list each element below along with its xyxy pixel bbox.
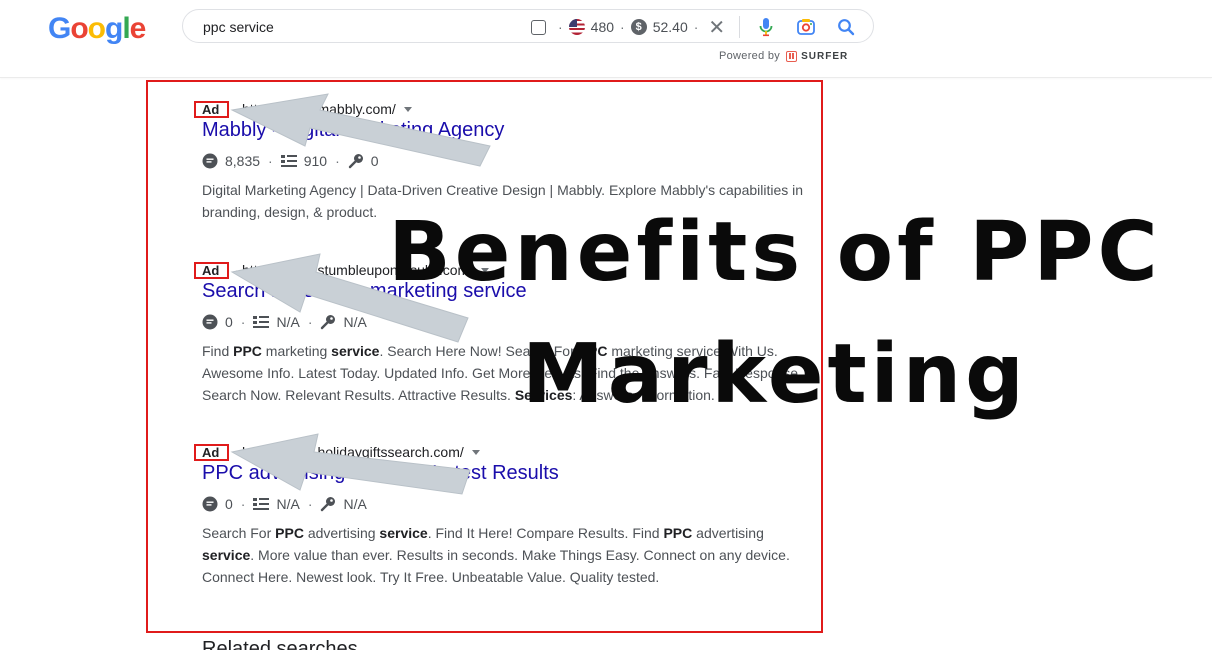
- key-icon: [348, 153, 364, 169]
- highlighted-term: service: [202, 547, 251, 563]
- highlighted-term: service: [379, 525, 428, 541]
- logo-letter: o: [87, 12, 106, 45]
- separator-dot: ·: [234, 262, 240, 278]
- logo-letter: e: [129, 12, 147, 45]
- description-text: . More value than ever. Results in secon…: [202, 547, 790, 585]
- key-icon: [320, 496, 336, 512]
- metric-searches: 0: [225, 314, 233, 330]
- ad-url[interactable]: https://www.mabbly.com/: [242, 101, 396, 117]
- chevron-down-icon[interactable]: [403, 106, 412, 112]
- metric-keywords: N/A: [343, 314, 367, 330]
- description-text: advertising: [692, 525, 764, 541]
- search-count-icon: [202, 314, 218, 330]
- checkbox-icon[interactable]: [531, 19, 546, 35]
- description-text: . Find It Here! Compare Results. Find: [427, 525, 664, 541]
- logo-letter: G: [48, 12, 71, 45]
- headline-line-1: Benefits of PPC: [388, 205, 1162, 300]
- search-count-icon: [202, 496, 218, 512]
- ad-label: Ad: [194, 100, 230, 118]
- metric-keywords: N/A: [343, 496, 367, 512]
- ad-description: Search For PPC advertising service. Find…: [202, 522, 812, 588]
- description-text: advertising: [303, 525, 380, 541]
- logo-letter: g: [105, 12, 123, 45]
- separator-dot: ·: [693, 19, 699, 35]
- overlay-headline: Benefits of PPC Marketing: [380, 192, 1170, 436]
- list-icon: [253, 314, 270, 330]
- highlighted-term: PPC: [233, 343, 262, 359]
- separator-dot: ·: [558, 19, 563, 35]
- highlighted-term: service: [331, 343, 380, 359]
- logo-letter: l: [122, 12, 130, 45]
- separator-dot: ·: [307, 496, 313, 512]
- highlighted-term: PPC: [663, 525, 693, 541]
- highlighted-term: PPC: [275, 525, 304, 541]
- powered-by-label: Powered by: [719, 50, 781, 62]
- search-box[interactable]: · 480 · $ 52.40 · ✕: [182, 9, 874, 43]
- search-header: Google · 480 · $ 52.40 · ✕ Powered: [0, 0, 1212, 78]
- metric-pages: N/A: [276, 314, 300, 330]
- separator-dot: ·: [268, 153, 273, 169]
- metric-searches: 8,835: [225, 153, 261, 169]
- related-searches-heading: Related searches: [202, 638, 358, 650]
- chevron-down-icon[interactable]: [471, 449, 480, 455]
- surfer-logo-icon: [786, 50, 798, 62]
- ad-label: Ad: [194, 261, 230, 279]
- ad-label: Ad: [194, 443, 230, 461]
- camera-lens-icon[interactable]: [794, 15, 818, 39]
- search-icon[interactable]: [834, 15, 858, 39]
- search-input[interactable]: [203, 16, 503, 38]
- list-icon: [253, 496, 270, 512]
- ad-metrics: 0 · N/A · N/A: [202, 496, 367, 512]
- ad-url-line[interactable]: Ad · https://www.holidaygiftssearch.com/: [194, 443, 480, 461]
- search-count-icon: [202, 153, 218, 169]
- separator-dot: ·: [335, 153, 340, 169]
- ad-url[interactable]: https://www.holidaygiftssearch.com/: [242, 444, 464, 460]
- separator-dot: ·: [240, 496, 246, 512]
- google-logo[interactable]: Google: [48, 12, 147, 46]
- microphone-icon[interactable]: [754, 15, 778, 39]
- dollar-icon: $: [630, 19, 647, 35]
- logo-letter: o: [70, 12, 88, 45]
- separator-dot: ·: [234, 101, 240, 117]
- us-flag-icon: [568, 19, 585, 35]
- description-text: Find: [202, 343, 234, 359]
- metric-searches: 0: [225, 496, 233, 512]
- ad-title-link[interactable]: Mabbly - Digital Marketing Agency: [202, 119, 504, 142]
- powered-by: Powered by SURFER: [719, 50, 848, 62]
- separator-dot: ·: [240, 314, 246, 330]
- separator-dot: ·: [307, 314, 313, 330]
- description-text: Search For: [202, 525, 276, 541]
- ad-title-link[interactable]: PPC advertising service - Latest Results: [202, 462, 559, 485]
- ad-url-line[interactable]: Ad · https://www.mabbly.com/: [194, 100, 412, 118]
- cpc-value: 52.40: [652, 19, 688, 35]
- surfer-brand[interactable]: SURFER: [801, 51, 848, 62]
- description-text: marketing: [261, 343, 332, 359]
- metric-keywords: 0: [370, 153, 379, 169]
- divider: [739, 16, 741, 38]
- headline-line-2: Marketing: [522, 327, 1028, 422]
- clear-icon[interactable]: ✕: [708, 15, 725, 40]
- ad-metrics: 0 · N/A · N/A: [202, 314, 367, 330]
- search-volume: 480: [590, 19, 615, 35]
- metric-pages: 910: [303, 153, 328, 169]
- search-tools: · 480 · $ 52.40 · ✕: [531, 10, 874, 44]
- separator-dot: ·: [234, 444, 240, 460]
- list-icon: [280, 153, 297, 169]
- ad-metrics: 8,835 · 910 · 0: [202, 153, 379, 169]
- metric-pages: N/A: [276, 496, 300, 512]
- key-icon: [320, 314, 336, 330]
- separator-dot: ·: [620, 19, 625, 35]
